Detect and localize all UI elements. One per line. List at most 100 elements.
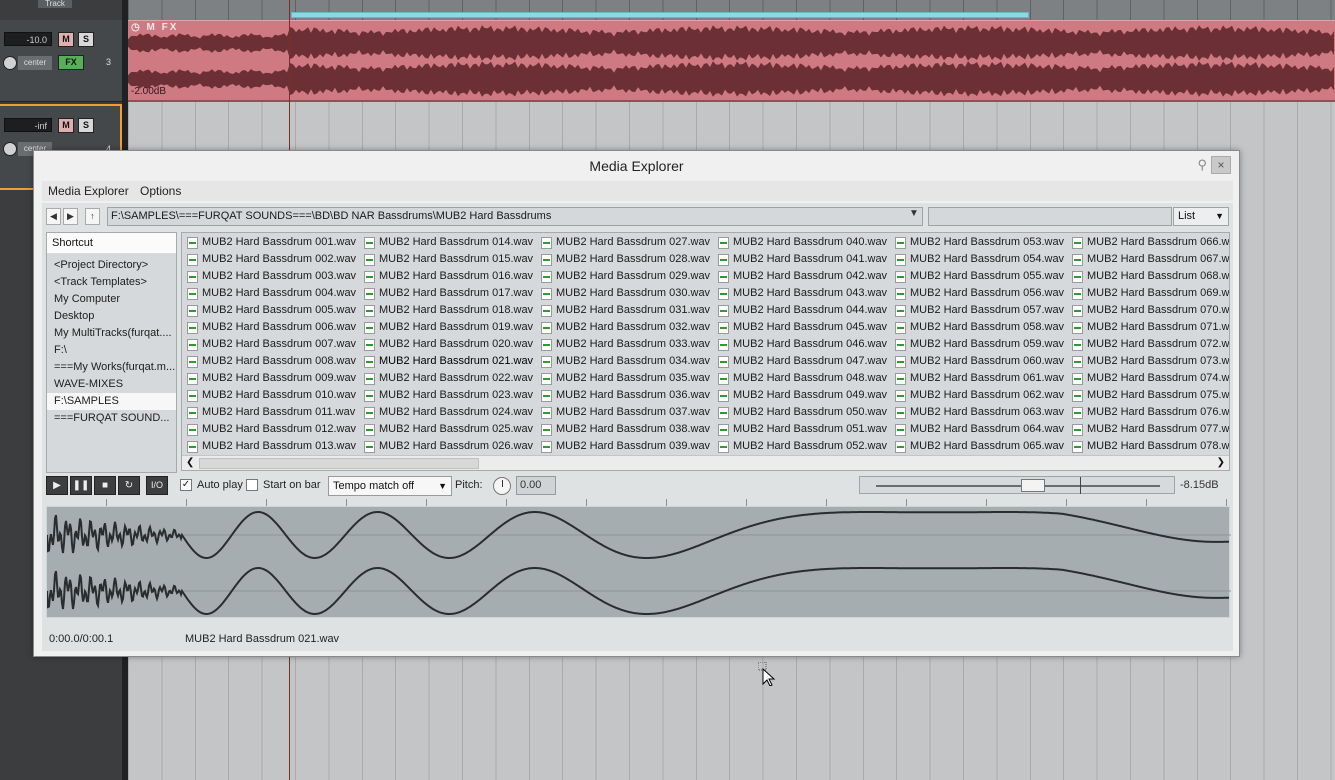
shortcut-item[interactable]: ===FURQAT SOUND...	[47, 410, 176, 427]
file-item[interactable]: MUB2 Hard Bassdrum 069.wav	[1069, 285, 1229, 302]
file-item[interactable]: MUB2 Hard Bassdrum 015.wav	[361, 251, 538, 268]
track-4-volume[interactable]: -inf	[4, 118, 52, 132]
file-item[interactable]: MUB2 Hard Bassdrum 031.wav	[538, 302, 715, 319]
auto-play-checkbox[interactable]: ✓	[180, 479, 192, 491]
file-item[interactable]: MUB2 Hard Bassdrum 048.wav	[715, 370, 892, 387]
file-item[interactable]: MUB2 Hard Bassdrum 010.wav	[184, 387, 361, 404]
file-item[interactable]: MUB2 Hard Bassdrum 030.wav	[538, 285, 715, 302]
shortcut-item[interactable]: My MultiTracks(furqat....	[47, 325, 176, 342]
file-item[interactable]: MUB2 Hard Bassdrum 040.wav	[715, 234, 892, 251]
back-icon[interactable]: ◀	[46, 208, 61, 225]
file-item[interactable]: MUB2 Hard Bassdrum 078.wav	[1069, 438, 1229, 455]
volume-slider[interactable]	[859, 476, 1175, 494]
path-input[interactable]: F:\SAMPLES\===FURQAT SOUNDS===\BD\BD NAR…	[107, 207, 923, 226]
item-mute-fx-icons[interactable]: ◷ M FX	[131, 22, 178, 33]
shortcut-item[interactable]: WAVE-MIXES	[47, 376, 176, 393]
file-item[interactable]: MUB2 Hard Bassdrum 050.wav	[715, 404, 892, 421]
file-item[interactable]: MUB2 Hard Bassdrum 059.wav	[892, 336, 1069, 353]
shortcut-item[interactable]: ===My Works(furqat.m...	[47, 359, 176, 376]
file-item[interactable]: MUB2 Hard Bassdrum 054.wav	[892, 251, 1069, 268]
file-item[interactable]: MUB2 Hard Bassdrum 072.wav	[1069, 336, 1229, 353]
file-item[interactable]: MUB2 Hard Bassdrum 073.wav	[1069, 353, 1229, 370]
file-item[interactable]: MUB2 Hard Bassdrum 006.wav	[184, 319, 361, 336]
file-item[interactable]: MUB2 Hard Bassdrum 071.wav	[1069, 319, 1229, 336]
menu-media-explorer[interactable]: Media Explorer	[48, 184, 129, 198]
file-item[interactable]: MUB2 Hard Bassdrum 035.wav	[538, 370, 715, 387]
file-item[interactable]: MUB2 Hard Bassdrum 056.wav	[892, 285, 1069, 302]
file-item[interactable]: MUB2 Hard Bassdrum 074.wav	[1069, 370, 1229, 387]
start-on-bar-checkbox[interactable]	[246, 479, 258, 491]
file-item[interactable]: MUB2 Hard Bassdrum 049.wav	[715, 387, 892, 404]
track-4-solo-button[interactable]: S	[78, 118, 94, 133]
file-item[interactable]: MUB2 Hard Bassdrum 028.wav	[538, 251, 715, 268]
file-item[interactable]: MUB2 Hard Bassdrum 022.wav	[361, 370, 538, 387]
file-item[interactable]: MUB2 Hard Bassdrum 070.wav	[1069, 302, 1229, 319]
scroll-left-icon[interactable]: ❮	[186, 457, 194, 468]
shortcut-item[interactable]: F:\SAMPLES	[47, 393, 176, 410]
title-bar[interactable]: Media Explorer ⚲ ×	[34, 151, 1239, 181]
file-item[interactable]: MUB2 Hard Bassdrum 014.wav	[361, 234, 538, 251]
repeat-icon[interactable]: ↻	[118, 476, 140, 495]
file-item[interactable]: MUB2 Hard Bassdrum 033.wav	[538, 336, 715, 353]
file-item[interactable]: MUB2 Hard Bassdrum 075.wav	[1069, 387, 1229, 404]
tempo-match-select[interactable]: Tempo match off ▼	[328, 476, 452, 496]
file-item[interactable]: MUB2 Hard Bassdrum 038.wav	[538, 421, 715, 438]
view-mode-select[interactable]: List ▼	[1173, 207, 1229, 226]
file-item[interactable]: MUB2 Hard Bassdrum 060.wav	[892, 353, 1069, 370]
file-item[interactable]: MUB2 Hard Bassdrum 023.wav	[361, 387, 538, 404]
track-4-mute-button[interactable]: M	[58, 118, 74, 133]
pitch-knob[interactable]	[493, 477, 511, 495]
file-item[interactable]: MUB2 Hard Bassdrum 008.wav	[184, 353, 361, 370]
preview-waveform[interactable]	[46, 506, 1231, 618]
file-item[interactable]: MUB2 Hard Bassdrum 062.wav	[892, 387, 1069, 404]
file-item[interactable]: MUB2 Hard Bassdrum 003.wav	[184, 268, 361, 285]
io-button[interactable]: I/O	[146, 476, 168, 495]
file-item[interactable]: MUB2 Hard Bassdrum 009.wav	[184, 370, 361, 387]
file-item[interactable]: MUB2 Hard Bassdrum 024.wav	[361, 404, 538, 421]
file-item[interactable]: MUB2 Hard Bassdrum 066.wav	[1069, 234, 1229, 251]
file-item[interactable]: MUB2 Hard Bassdrum 002.wav	[184, 251, 361, 268]
file-item[interactable]: MUB2 Hard Bassdrum 061.wav	[892, 370, 1069, 387]
file-item[interactable]: MUB2 Hard Bassdrum 027.wav	[538, 234, 715, 251]
file-item[interactable]: MUB2 Hard Bassdrum 039.wav	[538, 438, 715, 455]
dropdown-arrow-icon[interactable]: ▼	[909, 208, 919, 219]
loop-region[interactable]	[291, 12, 1029, 18]
up-folder-icon[interactable]: ↑	[85, 208, 100, 225]
close-icon[interactable]: ×	[1211, 156, 1231, 174]
track-4-pan-knob[interactable]	[3, 142, 17, 156]
play-icon[interactable]: ▶	[46, 476, 68, 495]
file-item[interactable]: MUB2 Hard Bassdrum 063.wav	[892, 404, 1069, 421]
track-3-volume[interactable]: -10.0	[4, 32, 52, 46]
file-item[interactable]: MUB2 Hard Bassdrum 058.wav	[892, 319, 1069, 336]
file-item[interactable]: MUB2 Hard Bassdrum 016.wav	[361, 268, 538, 285]
file-item[interactable]: MUB2 Hard Bassdrum 064.wav	[892, 421, 1069, 438]
file-item[interactable]: MUB2 Hard Bassdrum 026.wav	[361, 438, 538, 455]
scroll-right-icon[interactable]: ❯	[1217, 457, 1225, 468]
file-item[interactable]: MUB2 Hard Bassdrum 029.wav	[538, 268, 715, 285]
file-item[interactable]: MUB2 Hard Bassdrum 032.wav	[538, 319, 715, 336]
pitch-input[interactable]: 0.00	[516, 476, 556, 495]
shortcut-item[interactable]: <Track Templates>	[47, 274, 176, 291]
file-item[interactable]: MUB2 Hard Bassdrum 036.wav	[538, 387, 715, 404]
horizontal-scrollbar[interactable]: ❮ ❯	[182, 455, 1229, 470]
file-item[interactable]: MUB2 Hard Bassdrum 044.wav	[715, 302, 892, 319]
file-item[interactable]: MUB2 Hard Bassdrum 007.wav	[184, 336, 361, 353]
scrollbar-thumb[interactable]	[199, 458, 479, 469]
menu-options[interactable]: Options	[140, 184, 181, 198]
file-item[interactable]: MUB2 Hard Bassdrum 045.wav	[715, 319, 892, 336]
file-item[interactable]: MUB2 Hard Bassdrum 013.wav	[184, 438, 361, 455]
file-item[interactable]: MUB2 Hard Bassdrum 017.wav	[361, 285, 538, 302]
file-item[interactable]: MUB2 Hard Bassdrum 004.wav	[184, 285, 361, 302]
shortcut-item[interactable]: F:\	[47, 342, 176, 359]
shortcut-item[interactable]: My Computer	[47, 291, 176, 308]
file-item[interactable]: MUB2 Hard Bassdrum 011.wav	[184, 404, 361, 421]
file-item[interactable]: MUB2 Hard Bassdrum 053.wav	[892, 234, 1069, 251]
file-item[interactable]: MUB2 Hard Bassdrum 012.wav	[184, 421, 361, 438]
file-item[interactable]: MUB2 Hard Bassdrum 042.wav	[715, 268, 892, 285]
file-item[interactable]: MUB2 Hard Bassdrum 005.wav	[184, 302, 361, 319]
file-item[interactable]: MUB2 Hard Bassdrum 025.wav	[361, 421, 538, 438]
pin-icon[interactable]: ⚲	[1197, 157, 1207, 173]
file-item[interactable]: MUB2 Hard Bassdrum 019.wav	[361, 319, 538, 336]
track-3-pan-knob[interactable]	[3, 56, 17, 70]
file-item[interactable]: MUB2 Hard Bassdrum 020.wav	[361, 336, 538, 353]
